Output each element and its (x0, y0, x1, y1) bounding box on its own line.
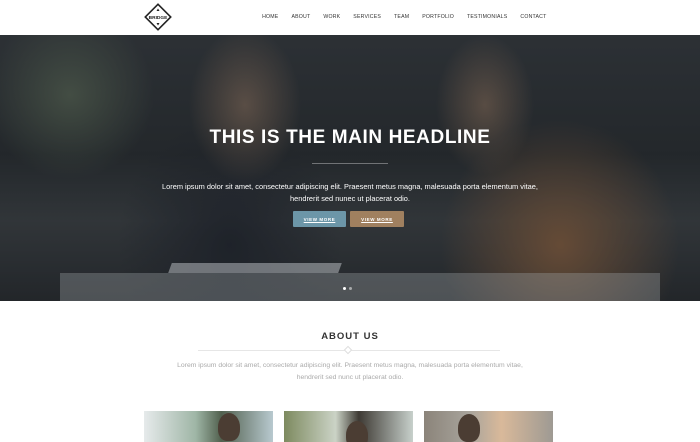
hero-background-table (60, 273, 660, 301)
about-section-title: ABOUT US (321, 331, 379, 342)
site-header: BRIDGE HOME ABOUT WORK SERVICES TEAM POR… (0, 0, 700, 35)
nav-team[interactable]: TEAM (388, 0, 416, 35)
nav-work[interactable]: WORK (317, 0, 347, 35)
team-card-2[interactable] (284, 411, 413, 442)
hero-background-laptop (168, 263, 342, 273)
nav-services[interactable]: SERVICES (347, 0, 388, 35)
nav-about[interactable]: ABOUT (285, 0, 317, 35)
team-card-1[interactable] (144, 411, 273, 442)
about-text: Lorem ipsum dolor sit amet, consectetur … (177, 362, 523, 381)
nav-testimonials[interactable]: TESTIMONIALS (460, 0, 513, 35)
nav-contact[interactable]: CONTACT (514, 0, 553, 35)
about-separator-diamond-icon (343, 345, 353, 355)
slider-pagination (343, 287, 352, 290)
nav-portfolio[interactable]: PORTFOLIO (416, 0, 461, 35)
logo-text: BRIDGE (149, 15, 168, 21)
logo-diamond-icon: BRIDGE (144, 3, 172, 31)
slider-dot-2[interactable] (349, 287, 352, 290)
hero-lead-text: Lorem ipsum dolor sit amet, consectetur … (162, 182, 538, 203)
view-more-button-primary[interactable]: VIEW MORE (293, 211, 346, 227)
hero-separator (312, 163, 388, 164)
team-card-3[interactable] (424, 411, 553, 442)
nav-home[interactable]: HOME (256, 0, 285, 35)
hero-slider: THIS IS THE MAIN HEADLINE Lorem ipsum do… (0, 35, 700, 301)
person-photo (218, 413, 240, 441)
bridge-logo[interactable]: BRIDGE (143, 2, 173, 32)
hero-headline: THIS IS THE MAIN HEADLINE (209, 127, 491, 148)
person-photo (458, 414, 480, 442)
view-more-button-secondary[interactable]: VIEW MORE (350, 211, 404, 227)
slider-dot-1[interactable] (343, 287, 346, 290)
person-photo (346, 421, 368, 442)
main-nav: HOME ABOUT WORK SERVICES TEAM PORTFOLIO … (256, 0, 553, 35)
